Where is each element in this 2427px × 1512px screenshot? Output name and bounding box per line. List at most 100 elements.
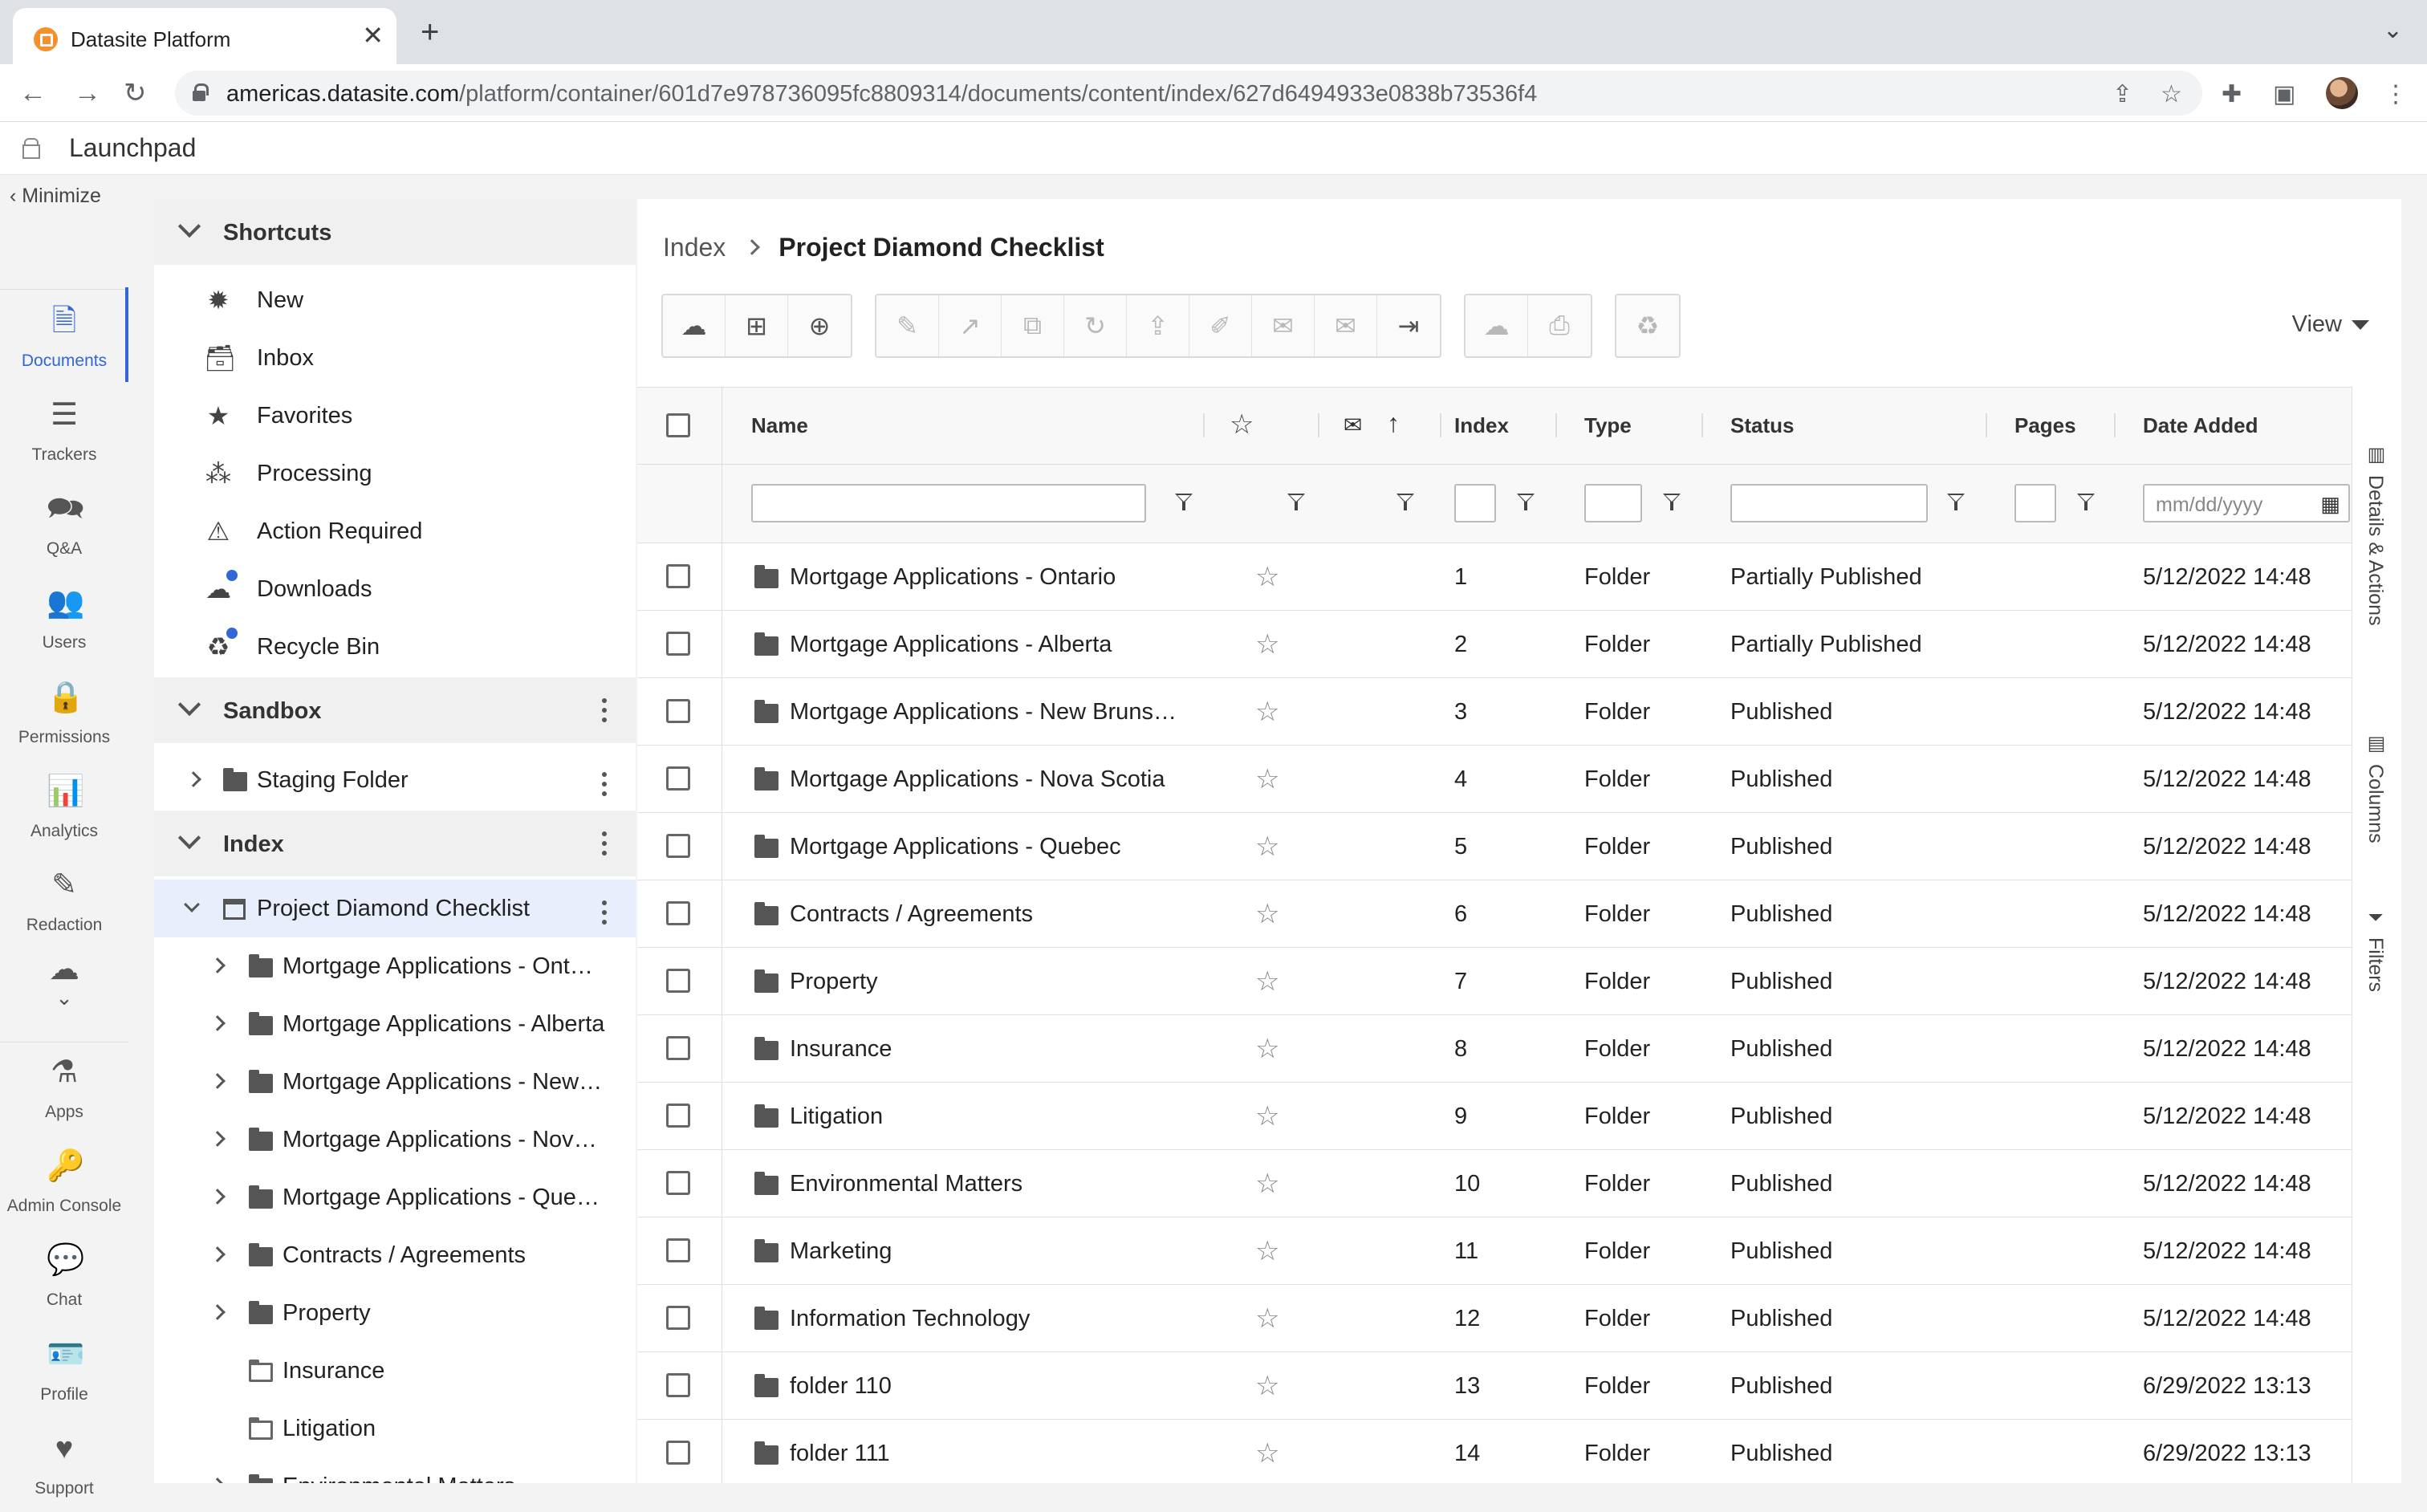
- row-name[interactable]: Litigation: [790, 1104, 1183, 1130]
- favorite-star-icon[interactable]: ☆: [1255, 965, 1279, 998]
- row-checkbox[interactable]: [666, 1441, 690, 1465]
- filter-icon[interactable]: [1517, 494, 1535, 511]
- table-row[interactable]: Mortgage Applications - Quebec ☆ 5 Folder Pu…: [637, 813, 2352, 880]
- forward-arrow-icon[interactable]: →: [74, 77, 101, 109]
- row-checkbox[interactable]: [666, 1373, 690, 1397]
- row-name[interactable]: Property: [790, 969, 1183, 995]
- row-name[interactable]: Environmental Matters: [790, 1171, 1183, 1197]
- select-all-checkbox[interactable]: [666, 413, 690, 437]
- tree-item-child[interactable]: Contracts / Agreements: [154, 1226, 636, 1284]
- mail-icon[interactable]: ✉: [1252, 295, 1315, 356]
- row-name[interactable]: Mortgage Applications - Ontario: [790, 564, 1183, 591]
- row-checkbox[interactable]: [666, 766, 690, 791]
- chevron-right-icon[interactable]: [209, 1189, 226, 1205]
- status-filter-input[interactable]: [1730, 484, 1928, 522]
- rail-item-admin-console[interactable]: 🔑 Admin Console: [0, 1148, 128, 1237]
- table-row[interactable]: Marketing ☆ 11 Folder Published 5/12/2022 14:…: [637, 1217, 2352, 1285]
- chevron-right-icon[interactable]: [209, 1477, 226, 1483]
- bookmark-star-icon[interactable]: ☆: [2161, 80, 2182, 108]
- row-name[interactable]: Mortgage Applications - New Brunswick: [790, 699, 1183, 726]
- column-resizer[interactable]: [1701, 413, 1703, 437]
- rail-item-analytics[interactable]: 📊 Analytics: [0, 774, 128, 862]
- shortcut-new[interactable]: ✹ New: [154, 271, 636, 329]
- row-name[interactable]: Mortgage Applications - Alberta: [790, 632, 1183, 658]
- column-resizer[interactable]: [1203, 413, 1205, 437]
- row-name[interactable]: Marketing: [790, 1238, 1183, 1265]
- rail-more[interactable]: ☁ ⌄: [0, 952, 128, 1024]
- profile-avatar[interactable]: [2326, 77, 2358, 109]
- tree-item-staging-folder[interactable]: Staging Folder: [154, 751, 636, 809]
- share-icon[interactable]: ⇪: [2112, 80, 2132, 108]
- rail-item-users[interactable]: 👥 Users: [0, 585, 128, 673]
- pages-filter-input[interactable]: [2014, 484, 2056, 522]
- column-resizer[interactable]: [1318, 413, 1319, 437]
- row-checkbox[interactable]: [666, 1036, 690, 1060]
- tree-item-project-diamond-checklist[interactable]: Project Diamond Checklist: [154, 880, 636, 937]
- rail-item-permissions[interactable]: 🔒 Permissions: [0, 680, 128, 768]
- tree-item-child[interactable]: Environmental Matters: [154, 1457, 636, 1483]
- add-circle-icon[interactable]: ⊕: [788, 295, 851, 356]
- row-checkbox[interactable]: [666, 1104, 690, 1128]
- column-header-status[interactable]: Status: [1730, 413, 1794, 438]
- new-tab-icon[interactable]: +: [421, 16, 439, 48]
- table-row[interactable]: folder 110 ☆ 13 Folder Published 6/29/2022 13…: [637, 1352, 2352, 1420]
- rail-item-apps[interactable]: ⚗ Apps: [0, 1055, 128, 1143]
- more-options-icon[interactable]: [602, 772, 607, 796]
- chevron-right-icon[interactable]: [209, 1073, 226, 1089]
- shortcut-recycle-bin[interactable]: ♻ Recycle Bin: [154, 618, 636, 676]
- filters-tab[interactable]: ⏷ Filters: [2364, 908, 2387, 992]
- index-section-header[interactable]: Index: [154, 811, 636, 876]
- chevron-right-icon[interactable]: [209, 1304, 226, 1320]
- redact-marker-icon[interactable]: ✐: [1189, 295, 1252, 356]
- favorite-star-icon[interactable]: ☆: [1255, 1437, 1279, 1469]
- chevron-right-icon[interactable]: [185, 771, 201, 787]
- row-name[interactable]: Mortgage Applications - Quebec: [790, 834, 1183, 860]
- row-name[interactable]: Insurance: [790, 1036, 1183, 1063]
- shortcut-favorites[interactable]: ★ Favorites: [154, 387, 636, 445]
- filter-icon[interactable]: [2077, 494, 2095, 511]
- tree-item-child[interactable]: Mortgage Applications - Ontario: [154, 937, 636, 995]
- filter-icon[interactable]: [1947, 494, 1965, 511]
- column-header-type[interactable]: Type: [1584, 413, 1632, 438]
- recycle-icon[interactable]: ♻: [1616, 295, 1679, 356]
- column-resizer[interactable]: [1986, 413, 1987, 437]
- filter-icon[interactable]: [1175, 494, 1193, 511]
- table-row[interactable]: Environmental Matters ☆ 10 Folder Published 5…: [637, 1150, 2352, 1217]
- more-options-icon[interactable]: [602, 900, 607, 925]
- cloud-download-icon[interactable]: ☁: [1466, 295, 1528, 356]
- chevron-right-icon[interactable]: [209, 1131, 226, 1147]
- export-icon[interactable]: ⇥: [1377, 295, 1440, 356]
- table-row[interactable]: Information Technology ☆ 12 Folder Published…: [637, 1285, 2352, 1352]
- favorite-star-icon[interactable]: ☆: [1255, 1168, 1279, 1200]
- favorite-star-icon[interactable]: ☆: [1255, 898, 1279, 930]
- extensions-puzzle-icon[interactable]: ✚: [2222, 80, 2242, 108]
- shortcut-action-required[interactable]: ⚠ Action Required: [154, 502, 636, 560]
- table-row[interactable]: Insurance ☆ 8 Folder Published 5/12/2022 14:4…: [637, 1015, 2352, 1083]
- favorite-star-icon[interactable]: ☆: [1255, 831, 1279, 863]
- more-options-icon[interactable]: [602, 698, 607, 722]
- column-header-date-added[interactable]: Date Added: [2143, 413, 2258, 438]
- column-header-pages[interactable]: Pages: [2014, 413, 2076, 438]
- row-name[interactable]: Contracts / Agreements: [790, 901, 1183, 928]
- browser-menu-icon[interactable]: ⋮: [2384, 80, 2408, 108]
- table-row[interactable]: Property ☆ 7 Folder Published 5/12/2022 14:48: [637, 948, 2352, 1015]
- shortcut-downloads[interactable]: ☁ Downloads: [154, 560, 636, 618]
- sandbox-section-header[interactable]: Sandbox: [154, 677, 636, 743]
- column-resizer[interactable]: [2114, 413, 2116, 437]
- row-checkbox[interactable]: [666, 901, 690, 925]
- table-row[interactable]: folder 111 ☆ 14 Folder Published 6/29/2022 13…: [637, 1420, 2352, 1483]
- filter-icon[interactable]: [1287, 494, 1305, 511]
- favorite-star-icon[interactable]: ☆: [1255, 1100, 1279, 1132]
- share-arrow-icon[interactable]: ↗: [939, 295, 1002, 356]
- table-row[interactable]: Mortgage Applications - Alberta ☆ 2 Folder P…: [637, 611, 2352, 678]
- upload-icon[interactable]: ☁: [663, 295, 726, 356]
- tree-item-child[interactable]: Litigation: [154, 1400, 636, 1457]
- column-header-name[interactable]: Name: [751, 413, 808, 438]
- rail-item-documents[interactable]: 🗎 Documents: [0, 287, 128, 392]
- tree-item-child[interactable]: Mortgage Applications - New Brunswick: [154, 1053, 636, 1111]
- sort-ascending-icon[interactable]: ↑: [1387, 408, 1400, 438]
- favorite-star-icon[interactable]: ☆: [1255, 1303, 1279, 1335]
- tree-item-child[interactable]: Mortgage Applications - Nova Scotia: [154, 1111, 636, 1169]
- new-folder-icon[interactable]: ⊞: [726, 295, 788, 356]
- favorite-star-icon[interactable]: ☆: [1255, 696, 1279, 728]
